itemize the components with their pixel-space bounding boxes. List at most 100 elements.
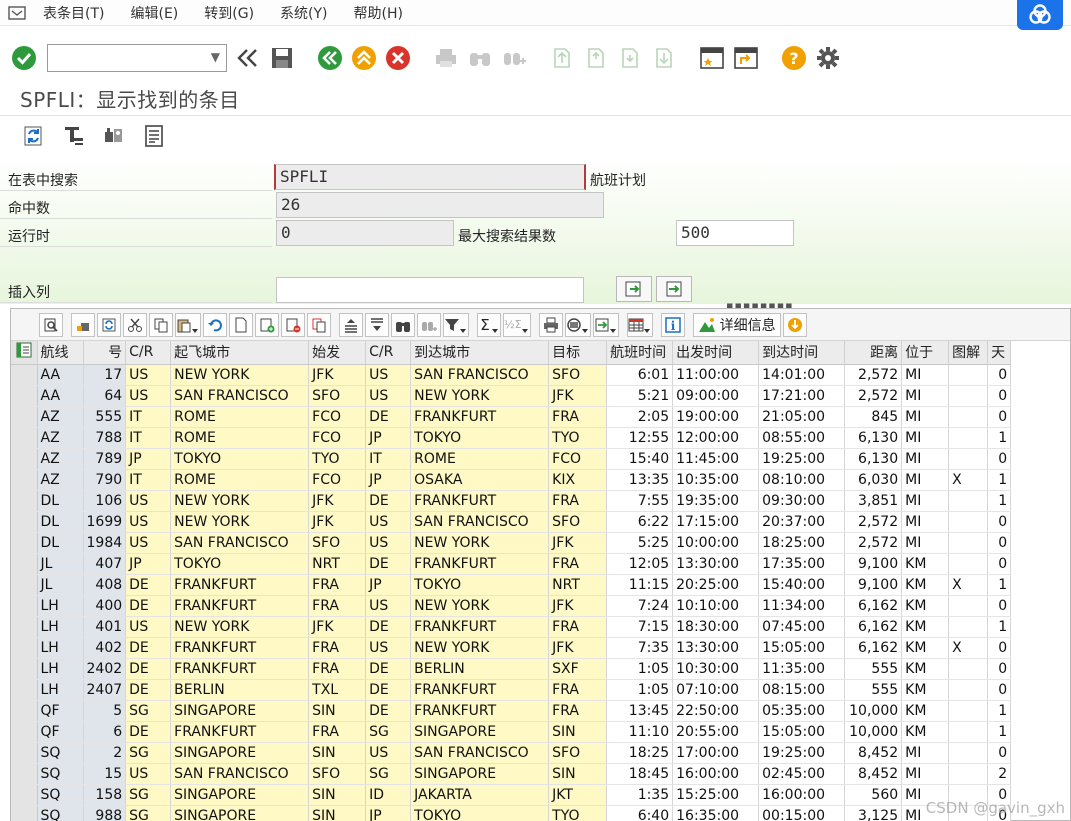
table-cell[interactable]: SINGAPORE (170, 742, 310, 764)
table-cell[interactable]: AA (37, 385, 84, 407)
column-export-button[interactable] (656, 276, 692, 302)
row-selector[interactable] (11, 427, 38, 449)
table-cell[interactable]: 17:15:00 (672, 511, 760, 533)
table-cell[interactable]: JKT (548, 784, 608, 806)
table-cell[interactable]: 19:25:00 (758, 448, 846, 470)
table-cell[interactable] (948, 427, 989, 449)
document-list-icon[interactable] (140, 122, 168, 150)
table-cell[interactable]: 15:40:00 (758, 574, 846, 596)
table-cell[interactable]: 05:35:00 (758, 700, 846, 722)
table-cell[interactable]: 1:05 (606, 658, 674, 680)
table-cell[interactable]: LH (37, 595, 84, 617)
table-row[interactable]: LH 400 DE FRANKFURT FRA US NEW YORK JFK 7:24 10:1… (11, 595, 1012, 617)
table-cell[interactable]: SAN FRANCISCO (410, 364, 550, 386)
row-selector[interactable] (11, 385, 38, 407)
table-cell[interactable]: SIN (308, 700, 367, 722)
table-cell[interactable]: JFK (308, 490, 367, 512)
table-cell[interactable]: JFK (308, 616, 367, 638)
table-cell[interactable]: KM (901, 721, 950, 743)
table-row[interactable]: AZ 790 IT ROME FCO JP OSAKA KIX 13:35 10:35:00 08:… (11, 469, 1012, 491)
table-cell[interactable]: 407 (83, 553, 127, 575)
table-cell[interactable]: KM (901, 553, 950, 575)
table-cell[interactable]: 1 (987, 700, 1012, 722)
table-cell[interactable]: AZ (37, 448, 84, 470)
column-header[interactable]: 位于 (901, 341, 950, 365)
table-cell[interactable]: 8,452 (844, 763, 903, 785)
chevron-down-icon[interactable]: ▼ (211, 50, 220, 64)
table-row[interactable]: AA 64 US SAN FRANCISCO SFO US NEW YORK JFK 5:21 0… (11, 385, 1012, 407)
insert-column-button[interactable] (616, 276, 652, 302)
table-cell[interactable]: SFO (548, 742, 608, 764)
column-header[interactable]: 航班时间 (606, 341, 674, 365)
table-cell[interactable]: MI (901, 742, 950, 764)
table-cell[interactable]: NEW YORK (410, 385, 550, 407)
table-cell[interactable]: SAN FRANCISCO (170, 532, 310, 554)
table-cell[interactable]: FRA (548, 490, 608, 512)
table-cell[interactable]: 0 (987, 532, 1012, 554)
table-cell[interactable]: DE (125, 658, 172, 680)
table-cell[interactable]: DE (125, 679, 172, 701)
table-cell[interactable]: TOKYO (170, 553, 310, 575)
column-header[interactable]: 出发时间 (672, 341, 760, 365)
table-cell[interactable]: DL (37, 532, 84, 554)
row-selector[interactable] (11, 406, 38, 428)
exit-icon[interactable] (350, 44, 378, 72)
table-cell[interactable]: 560 (844, 784, 903, 806)
table-row[interactable]: DL 1699 US NEW YORK JFK US SAN FRANCISCO SFO 6:2… (11, 511, 1012, 533)
table-cell[interactable]: FRANKFURT (410, 490, 550, 512)
table-cell[interactable] (948, 763, 989, 785)
table-cell[interactable]: 17 (83, 364, 127, 386)
column-header[interactable]: 天 (987, 341, 1012, 365)
table-cell[interactable]: 400 (83, 595, 127, 617)
table-cell[interactable]: 555 (844, 658, 903, 680)
views-button[interactable] (564, 312, 591, 337)
enter-check-icon[interactable] (10, 44, 38, 72)
table-cell[interactable]: FRANKFURT (410, 553, 550, 575)
table-cell[interactable]: FRA (308, 574, 367, 596)
table-cell[interactable]: KM (901, 700, 950, 722)
column-header[interactable]: C/R (365, 341, 412, 365)
table-cell[interactable]: 555 (83, 406, 127, 428)
table-cell[interactable]: SINGAPORE (410, 721, 550, 743)
table-cell[interactable]: 15:25:00 (672, 784, 760, 806)
table-cell[interactable]: US (365, 511, 412, 533)
table-cell[interactable]: SINGAPORE (410, 763, 550, 785)
table-cell[interactable]: MI (901, 490, 950, 512)
table-cell[interactable]: 10:35:00 (672, 469, 760, 491)
table-cell[interactable]: IT (365, 448, 412, 470)
table-cell[interactable]: NEW YORK (170, 511, 310, 533)
table-cell[interactable]: NEW YORK (410, 637, 550, 659)
table-cell[interactable]: AZ (37, 427, 84, 449)
table-cell[interactable]: 1:35 (606, 784, 674, 806)
table-cell[interactable] (948, 616, 989, 638)
table-cell[interactable] (948, 511, 989, 533)
table-cell[interactable]: 18:25 (606, 742, 674, 764)
table-cell[interactable]: 17:35:00 (758, 553, 846, 575)
table-row[interactable]: SQ 15 US SAN FRANCISCO SFO SG SINGAPORE SIN 18:4… (11, 763, 1012, 785)
table-cell[interactable]: TOKYO (410, 805, 550, 821)
table-cell[interactable]: US (125, 364, 172, 386)
table-cell[interactable]: 16:00:00 (758, 784, 846, 806)
table-cell[interactable]: DE (365, 700, 412, 722)
row-selector[interactable] (11, 721, 38, 743)
table-cell[interactable]: 6,162 (844, 595, 903, 617)
table-cell[interactable]: ROME (170, 427, 310, 449)
table-cell[interactable]: MI (901, 532, 950, 554)
table-cell[interactable]: 2407 (83, 679, 127, 701)
details-view-button[interactable] (39, 312, 63, 337)
table-cell[interactable]: JFK (548, 637, 608, 659)
filter-button[interactable] (443, 312, 469, 337)
table-cell[interactable]: 2 (987, 763, 1012, 785)
row-selector[interactable] (11, 511, 38, 533)
table-cell[interactable]: 0 (987, 385, 1012, 407)
table-cell[interactable] (948, 658, 989, 680)
table-cell[interactable] (948, 721, 989, 743)
table-cell[interactable]: LH (37, 679, 84, 701)
table-cell[interactable]: FRANKFURT (170, 574, 310, 596)
table-cell[interactable]: 6,130 (844, 427, 903, 449)
table-cell[interactable] (948, 385, 989, 407)
table-row[interactable]: SQ 158 SG SINGAPORE SIN ID JAKARTA JKT 1:35 15:25… (11, 784, 1012, 806)
table-row[interactable]: JL 407 JP TOKYO NRT DE FRANKFURT FRA 12:05 13:30:… (11, 553, 1012, 575)
table-cell[interactable] (948, 364, 989, 386)
row-selector[interactable] (11, 700, 38, 722)
